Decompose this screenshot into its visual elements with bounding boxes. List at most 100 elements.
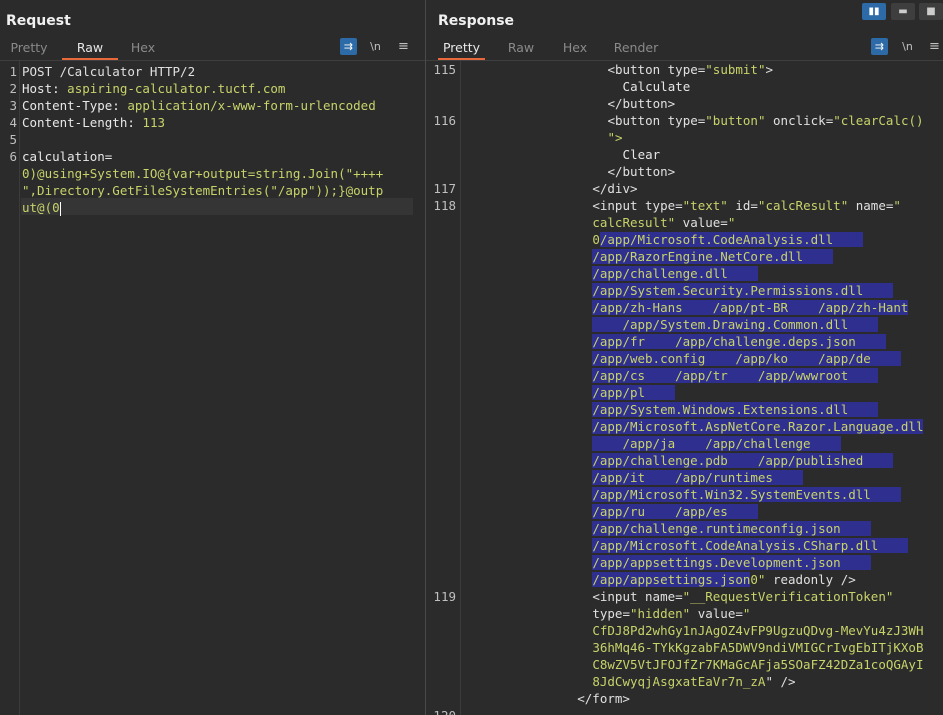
tab-hex[interactable]: Hex [124,39,162,60]
code-line: /app/zh-Hans /app/pt-BR /app/zh-Hant [592,299,909,316]
header-value: application/x-www-form-urlencoded [119,98,376,113]
token-value: 8JdCwyqjAsgxatEaVr7n_zA [592,674,766,689]
code-line: POST /Calculator HTTP/2 [22,63,195,80]
code-line: /app/it /app/runtimes [592,469,804,486]
code-line: /app/cs /app/tr /app/wwwroot [592,367,879,384]
response-editor[interactable]: 115 <button type="submit"> Calculate </butt… [426,61,943,715]
header-name: Host: [22,81,60,96]
header-value: aspiring-calculator.tuctf.com [59,81,286,96]
html-tag: " /> [765,674,796,689]
html-attr-value: " [893,198,901,213]
command-output-line: /app/challenge.dll [592,266,758,281]
line-number: 4 [9,115,17,130]
request-line: POST /Calculator HTTP/2 [22,64,196,79]
command-output-line: /app/web.config /app/ko /app/de [592,351,901,366]
line-number: 5 [9,132,17,147]
code-line: C8wZV5VtJFOJfZr7KMaGcAFja5SOaFZ42DZa1coQ… [592,656,923,673]
html-attr: type= [637,198,683,213]
newline-icon[interactable]: \n [899,38,916,55]
code-line: /app/ja /app/challenge [592,435,841,452]
split-horizontal-icon[interactable]: ▮▮ [862,3,886,20]
html-tag: <button [607,62,661,77]
code-line: </div> [592,180,637,197]
code-line: /app/challenge.runtimeconfig.json [592,520,871,537]
command-output-line: /app/System.Drawing.Common.dll [592,317,879,332]
tab-pretty[interactable]: Pretty [438,39,485,60]
request-pane: Request Pretty Raw Hex ⇉ \n ≡ 1 POST /Cal… [0,0,425,715]
token-value: C8wZV5VtJFOJfZr7KMaGcAFja5SOaFZ42DZa1coQ… [592,657,924,672]
split-vertical-icon[interactable]: ▬ [891,3,915,20]
code-line: /app/System.Drawing.Common.dll [592,316,879,333]
code-line: Content-Type: application/x-www-form-url… [22,97,376,114]
tab-pretty[interactable]: Pretty [6,39,52,60]
header-value: 113 [134,115,165,130]
code-line: Host: aspiring-calculator.tuctf.com [22,80,285,97]
html-attr: onclick= [765,113,834,128]
command-output-line: /app/Microsoft.AspNetCore.Razor.Language… [592,419,924,434]
newline-icon[interactable]: \n [367,38,384,55]
wrap-icon[interactable]: ⇉ [871,38,888,55]
code-line: Content-Length: 113 [22,114,165,131]
code-line: <button type="submit"> [607,61,773,78]
code-line: /app/System.Windows.Extensions.dll [592,401,879,418]
tab-hex[interactable]: Hex [556,39,594,60]
line-number: 118 [433,198,456,213]
html-attr-value: " [727,215,736,230]
line-number: 6 [9,149,17,164]
code-line: CfDJ8Pd2whGy1nJAgOZ4vFP9UgzuQDvg-MevYu4z… [592,622,923,639]
code-line: /app/appsettings.json0" readonly /> [592,571,856,588]
line-number: 2 [9,81,17,96]
line-number: 3 [9,98,17,113]
token-value: 36hMq46-TYkKgzabFA5DWV9ndiVMIGCrIvgEbITj… [592,640,924,655]
html-tag: > [765,62,774,77]
command-output-line: /app/cs /app/tr /app/wwwroot [592,368,879,383]
code-line: <input name="__RequestVerificationToken" [592,588,893,605]
code-line: </button> [607,163,675,180]
code-line: <input type="text" id="calcResult" name=… [592,197,901,214]
line-number: 117 [433,181,456,196]
command-output-line: /app/System.Windows.Extensions.dll [592,402,879,417]
menu-icon[interactable]: ≡ [926,38,943,55]
code-line: /app/Microsoft.CodeAnalysis.CSharp.dll [592,537,909,554]
tab-raw[interactable]: Raw [62,39,118,60]
code-line: /app/Microsoft.Win32.SystemEvents.dll [592,486,901,503]
code-line: </form> [577,690,630,707]
menu-icon[interactable]: ≡ [395,38,412,55]
html-attr-value: " [742,606,751,621]
html-tag: /> [833,572,856,587]
tab-raw[interactable]: Raw [502,39,540,60]
code-line: </button> [607,95,675,112]
html-attr-value: "clearCalc() [833,113,924,128]
html-attr-value: "__RequestVerificationToken" [682,589,894,604]
html-attr-value: 0 [592,232,600,247]
text-caret [59,201,61,216]
html-attr-value: "calcResult" [757,198,849,213]
code-line: "> [607,129,622,146]
code-line: /app/System.Security.Permissions.dll [592,282,894,299]
gutter-divider [19,61,20,715]
request-editor[interactable]: 1 POST /Calculator HTTP/2 2 Host: aspiring-… [0,61,425,715]
command-output-line: /app/challenge.runtimeconfig.json [592,521,871,536]
html-tag: </button> [607,164,676,179]
code-line: 0/app/Microsoft.CodeAnalysis.dll [592,231,864,248]
code-line: /app/Microsoft.AspNetCore.Razor.Language… [592,418,924,435]
wrap-icon[interactable]: ⇉ [340,38,357,55]
code-line: Calculate [623,78,691,95]
header-name: calculation= [22,149,113,164]
code-line: type="hidden" value=" [592,605,750,622]
line-number: 116 [433,113,456,128]
code-line: /app/appsettings.Development.json [592,554,871,571]
command-output-line: /app/ru /app/es [592,504,758,519]
tab-render[interactable]: Render [612,39,660,60]
html-tag: <button [607,113,661,128]
single-pane-icon[interactable]: ■ [919,3,943,20]
command-output-line: /app/it /app/runtimes [592,470,804,485]
html-attr: type= [660,113,706,128]
code-line: calcResult" value=" [592,214,735,231]
code-line: /app/web.config /app/ko /app/de [592,350,901,367]
burp-repeater-window: Request Pretty Raw Hex ⇉ \n ≡ 1 POST /Cal… [0,0,943,715]
code-line: 8JdCwyqjAsgxatEaVr7n_zA" /> [592,673,795,690]
command-output-line: /app/Microsoft.Win32.SystemEvents.dll [592,487,901,502]
html-attr: name= [637,589,683,604]
html-attr: type= [592,606,630,621]
